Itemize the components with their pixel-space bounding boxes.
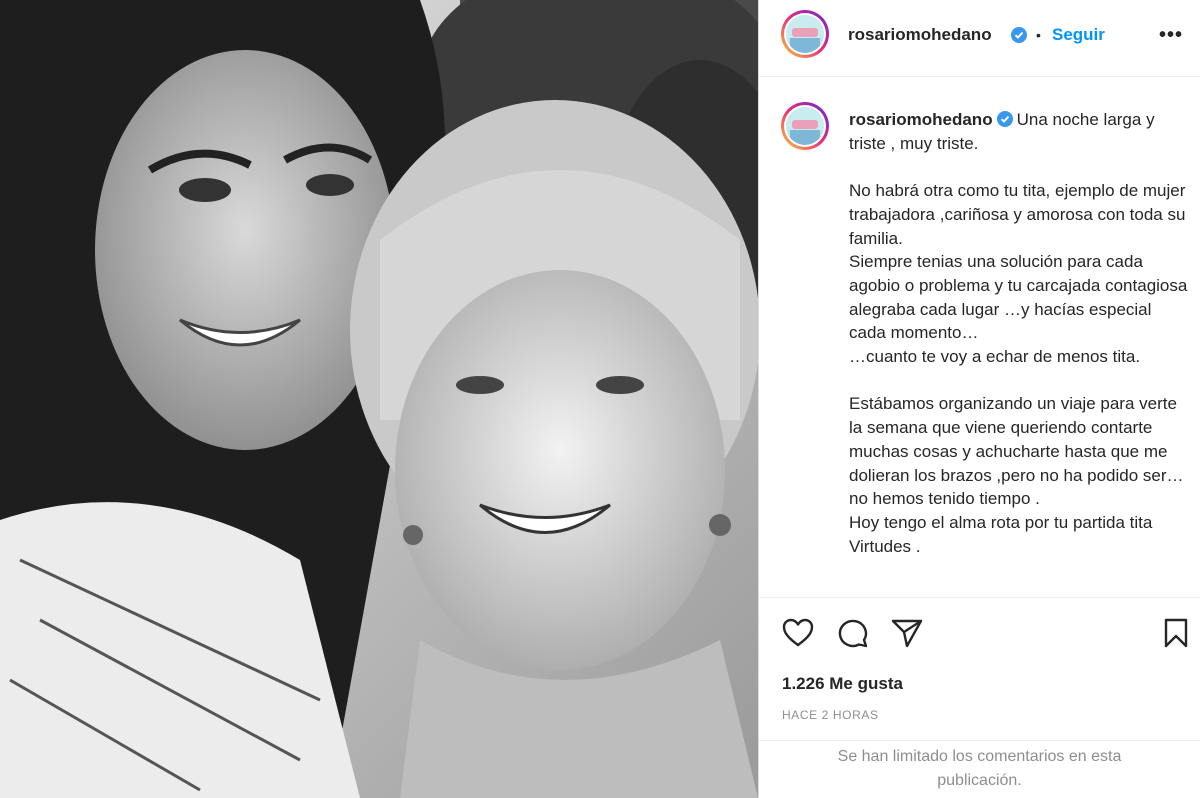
caption-text: Una noche larga y triste , muy triste. N…: [849, 110, 1188, 556]
post-photo[interactable]: [0, 0, 758, 798]
post-photo-image: [0, 0, 758, 798]
verified-badge-icon: [1011, 27, 1027, 43]
likes-count[interactable]: 1.226 Me gusta: [782, 674, 903, 694]
post-header: rosariomohedano • Seguir •••: [759, 0, 1200, 77]
header-separator: •: [1036, 27, 1041, 43]
comment-bubble-icon[interactable]: [837, 618, 869, 653]
post-timestamp[interactable]: HACE 2 HORAS: [782, 708, 879, 722]
comments-limited-line-1: Se han limitado los comentarios en esta: [837, 748, 1122, 765]
comments-limited-line-2: publicación.: [937, 772, 1022, 789]
post-actions: 1.226 Me gusta HACE 2 HORAS Se han limit…: [759, 597, 1200, 798]
header-username[interactable]: rosariomohedano: [848, 25, 992, 45]
avatar-image: [786, 107, 824, 145]
verified-badge-icon: [996, 111, 1013, 127]
more-options-icon[interactable]: •••: [1159, 24, 1183, 47]
post-caption: rosariomohedano Una noche larga y triste …: [849, 108, 1189, 558]
heart-icon[interactable]: [782, 618, 814, 653]
post-sidebar: rosariomohedano • Seguir ••• rosariomohe…: [758, 0, 1200, 798]
bookmark-icon[interactable]: [1163, 618, 1189, 653]
profile-avatar[interactable]: [781, 10, 829, 58]
follow-button[interactable]: Seguir: [1052, 25, 1105, 45]
comments-limited-notice: Se han limitado los comentarios en esta …: [759, 740, 1200, 793]
caption-username[interactable]: rosariomohedano: [849, 110, 993, 129]
paper-plane-icon[interactable]: [891, 618, 923, 653]
avatar-image: [786, 15, 824, 53]
caption-avatar[interactable]: [781, 102, 829, 150]
